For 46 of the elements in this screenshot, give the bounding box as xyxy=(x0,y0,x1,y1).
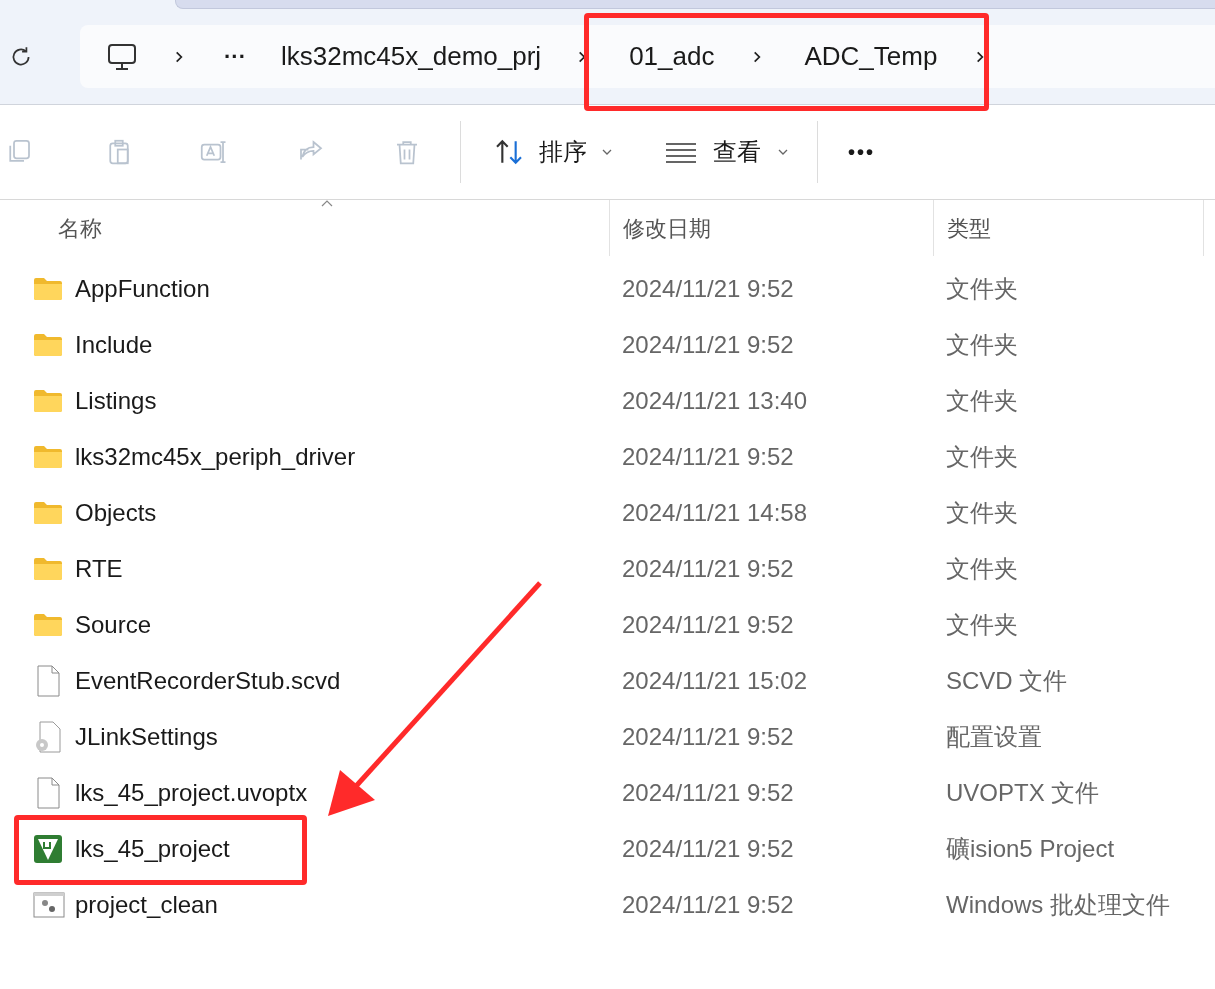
file-name[interactable]: project_clean xyxy=(75,887,218,923)
list-lines-icon xyxy=(665,140,697,164)
modified-date: 2024/11/21 9:52 xyxy=(621,442,795,472)
more-options-button[interactable]: ••• xyxy=(848,137,875,167)
modified-date: 2024/11/21 15:02 xyxy=(621,666,809,696)
file-name[interactable]: Include xyxy=(75,327,153,363)
file-type: 文件夹 xyxy=(945,442,1018,472)
file-type: 文件夹 xyxy=(945,274,1018,304)
modified-date: 2024/11/21 13:40 xyxy=(621,386,809,416)
file-type: Windows 批处理文件 xyxy=(945,890,1171,920)
file-name[interactable]: EventRecorderStub.scvd xyxy=(75,663,341,699)
file-name[interactable]: Listings xyxy=(75,383,157,419)
breadcrumb-item[interactable]: ADC_Temp xyxy=(804,37,938,76)
modified-date: 2024/11/21 9:52 xyxy=(621,330,795,360)
file-type: UVOPTX 文件 xyxy=(945,778,1100,808)
modified-date: 2024/11/21 9:52 xyxy=(621,554,795,584)
file-type: 礦ision5 Project xyxy=(945,834,1115,864)
file-type: 文件夹 xyxy=(945,386,1018,416)
modified-date: 2024/11/21 9:52 xyxy=(621,834,795,864)
column-header[interactable]: 修改日期 xyxy=(609,200,933,256)
file-name[interactable]: Objects xyxy=(75,495,157,531)
file-name[interactable]: JLinkSettings xyxy=(75,719,218,755)
file-type: SCVD 文件 xyxy=(945,666,1068,696)
file-type: 文件夹 xyxy=(945,330,1018,360)
modified-date: 2024/11/21 14:58 xyxy=(621,498,809,528)
modified-date: 2024/11/21 9:52 xyxy=(621,722,795,752)
modified-date: 2024/11/21 9:52 xyxy=(621,610,795,640)
file-name[interactable]: lks32mc45x_periph_driver xyxy=(75,439,356,475)
file-name[interactable]: Source xyxy=(75,607,152,643)
breadcrumb-item[interactable]: lks32mc45x_demo_prj xyxy=(281,37,542,76)
file-type: 文件夹 xyxy=(945,610,1018,640)
file-name[interactable]: lks_45_project.uvoptx xyxy=(75,775,308,811)
file-type: 配置设置 xyxy=(945,722,1042,752)
breadcrumb-item[interactable]: 01_adc xyxy=(629,37,715,76)
modified-date: 2024/11/21 9:52 xyxy=(621,778,795,808)
sort-button[interactable]: 排序 xyxy=(493,134,613,170)
file-type: 文件夹 xyxy=(945,498,1018,528)
file-name[interactable]: RTE xyxy=(75,551,123,587)
file-name[interactable]: AppFunction xyxy=(75,271,210,307)
more-button[interactable]: ··· xyxy=(224,40,246,73)
file-name[interactable]: lks_45_project xyxy=(75,831,230,867)
file-type: 文件夹 xyxy=(945,554,1018,584)
modified-date: 2024/11/21 9:52 xyxy=(621,274,795,304)
column-header[interactable]: 名称 xyxy=(0,200,609,256)
modified-date: 2024/11/21 9:52 xyxy=(621,890,795,920)
view-button[interactable]: 查看 xyxy=(665,134,789,170)
